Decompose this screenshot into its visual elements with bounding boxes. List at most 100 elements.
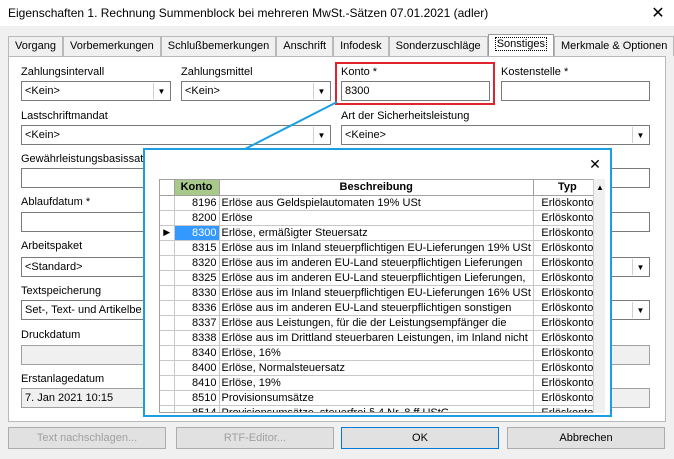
konto-cell: 8337 — [174, 315, 220, 331]
konto-cell: 8325 — [174, 270, 220, 286]
table-row[interactable]: 8196 Erlöse aus Geldspielautomaten 19% US… — [160, 195, 602, 211]
typ-cell: Erlöskonto — [533, 300, 602, 316]
typ-cell: Erlöskonto — [533, 360, 602, 376]
row-indicator — [160, 390, 175, 406]
beschreibung-cell: Erlöse aus im Inland steuerpflichtigen E… — [219, 285, 534, 301]
tab-label: Vorgang — [15, 40, 56, 52]
text-nachschlagen-button[interactable]: Text nachschlagen... — [8, 427, 166, 449]
tab-anschrift[interactable]: Anschrift — [276, 36, 334, 56]
table-row[interactable]: 8336 Erlöse aus im anderen EU-Land steuer… — [160, 300, 602, 316]
column-header-beschreibung[interactable]: Beschreibung — [219, 180, 534, 196]
arbeitspaket-value: <Standard> — [25, 261, 83, 273]
row-indicator — [160, 270, 175, 286]
sicherheitsleistung-select[interactable]: <Keine> ▼ — [341, 125, 650, 145]
beschreibung-cell: Erlöse, Normalsteuersatz — [219, 360, 534, 376]
typ-cell: Erlöskonto — [533, 225, 602, 241]
tab-label: Sonstiges — [494, 37, 547, 51]
chevron-down-icon[interactable]: ▼ — [313, 83, 329, 99]
chevron-down-icon[interactable]: ▼ — [632, 302, 648, 318]
table-row[interactable]: ▶ 8300 Erlöse, ermäßigter Steuersatz Erlösk… — [160, 225, 602, 241]
konto-cell: 8320 — [174, 255, 220, 271]
kostenstelle-field[interactable] — [501, 81, 650, 101]
konto-cell: 8336 — [174, 300, 220, 316]
tab-label: Infodesk — [340, 40, 382, 52]
beschreibung-cell: Erlöse, 16% — [219, 345, 534, 361]
row-indicator — [160, 360, 175, 376]
konto-cell: 8196 — [174, 195, 220, 211]
erstanlagedatum-value: 7. Jan 2021 10:15 — [25, 392, 114, 404]
beschreibung-cell: Erlöse, 19% — [219, 375, 534, 391]
table-row[interactable]: 8510 Provisionsumsätze Erlöskonto — [160, 390, 602, 406]
table-row[interactable]: 8325 Erlöse aus im anderen EU-Land steuer… — [160, 270, 602, 286]
konto-cell: 8400 — [174, 360, 220, 376]
table-row[interactable]: 8338 Erlöse aus im Drittland steuerbaren … — [160, 330, 602, 346]
beschreibung-cell: Erlöse, ermäßigter Steuersatz — [219, 225, 534, 241]
ok-button[interactable]: OK — [341, 427, 499, 449]
tab-sonderzuschlaege[interactable]: Sonderzuschläge — [388, 36, 488, 56]
table-row[interactable]: 8200 Erlöse Erlöskonto — [160, 210, 602, 226]
typ-cell: Erlöskonto — [533, 390, 602, 406]
row-indicator — [160, 210, 175, 226]
row-indicator — [160, 240, 175, 256]
konto-cell: 8410 — [174, 375, 220, 391]
konto-cell: 8330 — [174, 285, 220, 301]
column-header-konto[interactable]: Konto — [174, 180, 220, 196]
tab-sonstiges[interactable]: Sonstiges — [487, 34, 554, 56]
table-row[interactable]: 8514 Provisionsumsätze, steuerfrei § 4 Nr… — [160, 405, 602, 412]
zahlungsmittel-label: Zahlungsmittel — [181, 66, 253, 78]
table-row[interactable]: 8410 Erlöse, 19% Erlöskonto — [160, 375, 602, 391]
lastschriftmandat-value: <Kein> — [25, 129, 60, 141]
tab-infodesk[interactable]: Infodesk — [333, 36, 389, 56]
table-row[interactable]: 8337 Erlöse aus Leistungen, für die der L… — [160, 315, 602, 331]
konto-cell: 8315 — [174, 240, 220, 256]
tab-merkmale-optionen[interactable]: Merkmale & Optionen — [554, 36, 674, 56]
beschreibung-cell: Erlöse aus im Inland steuerpflichtigen E… — [219, 240, 534, 256]
lastschriftmandat-select[interactable]: <Kein> ▼ — [21, 125, 331, 145]
vertical-scrollbar[interactable]: ▲ — [593, 179, 605, 413]
typ-cell: Erlöskonto — [533, 240, 602, 256]
window-title: Eigenschaften 1. Rechnung Summenblock be… — [8, 6, 489, 20]
beschreibung-cell: Erlöse aus im anderen EU-Land steuerpfli… — [219, 270, 534, 286]
chevron-down-icon[interactable]: ▼ — [632, 127, 648, 143]
table-row[interactable]: 8340 Erlöse, 16% Erlöskonto — [160, 345, 602, 361]
rtf-editor-button[interactable]: RTF-Editor... — [176, 427, 334, 449]
lastschriftmandat-label: Lastschriftmandat — [21, 110, 108, 122]
konto-cell: 8300 — [174, 225, 220, 241]
row-indicator: ▶ — [160, 225, 175, 241]
tab-vorgang[interactable]: Vorgang — [8, 36, 63, 56]
beschreibung-cell: Provisionsumsätze, steuerfrei § 4 Nr. 8 … — [219, 405, 534, 412]
beschreibung-cell: Provisionsumsätze — [219, 390, 534, 406]
beschreibung-cell: Erlöse — [219, 210, 534, 226]
tab-schlussbemerkungen[interactable]: Schlußbemerkungen — [160, 36, 277, 56]
row-indicator — [160, 255, 175, 271]
chevron-down-icon[interactable]: ▼ — [313, 127, 329, 143]
konto-cell: 8338 — [174, 330, 220, 346]
chevron-down-icon[interactable]: ▼ — [632, 259, 648, 275]
rtf-editor-label: RTF-Editor... — [223, 432, 287, 444]
close-icon[interactable]: ✕ — [585, 154, 605, 174]
typ-cell: Erlöskonto — [533, 270, 602, 286]
table-row[interactable]: 8330 Erlöse aus im Inland steuerpflichtig… — [160, 285, 602, 301]
tab-strip: Vorgang Vorbemerkungen Schlußbemerkungen… — [8, 34, 674, 56]
table-row[interactable]: 8315 Erlöse aus im Inland steuerpflichtig… — [160, 240, 602, 256]
chevron-down-icon[interactable]: ▼ — [153, 83, 169, 99]
konto-cell: 8514 — [174, 405, 220, 412]
tab-label: Merkmale & Optionen — [561, 40, 668, 52]
close-icon[interactable]: ✕ — [642, 0, 674, 26]
table-row[interactable]: 8400 Erlöse, Normalsteuersatz Erlöskonto — [160, 360, 602, 376]
abbrechen-button[interactable]: Abbrechen — [507, 427, 665, 449]
beschreibung-cell: Erlöse aus im anderen EU-Land steuerpfli… — [219, 300, 534, 316]
typ-cell: Erlöskonto — [533, 345, 602, 361]
zahlungsintervall-select[interactable]: <Kein> ▼ — [21, 81, 171, 101]
text-nachschlagen-label: Text nachschlagen... — [36, 432, 138, 444]
scroll-up-icon[interactable]: ▲ — [596, 183, 604, 192]
zahlungsmittel-select[interactable]: <Kein> ▼ — [181, 81, 331, 101]
table-row[interactable]: 8320 Erlöse aus im anderen EU-Land steuer… — [160, 255, 602, 271]
beschreibung-cell: Erlöse aus im anderen EU-Land steuerpfli… — [219, 255, 534, 271]
row-indicator — [160, 345, 175, 361]
title-bar: Eigenschaften 1. Rechnung Summenblock be… — [0, 0, 674, 26]
tab-vorbemerkungen[interactable]: Vorbemerkungen — [62, 36, 161, 56]
column-header-typ[interactable]: Typ — [533, 180, 602, 196]
typ-cell: Erlöskonto — [533, 315, 602, 331]
typ-cell: Erlöskonto — [533, 330, 602, 346]
